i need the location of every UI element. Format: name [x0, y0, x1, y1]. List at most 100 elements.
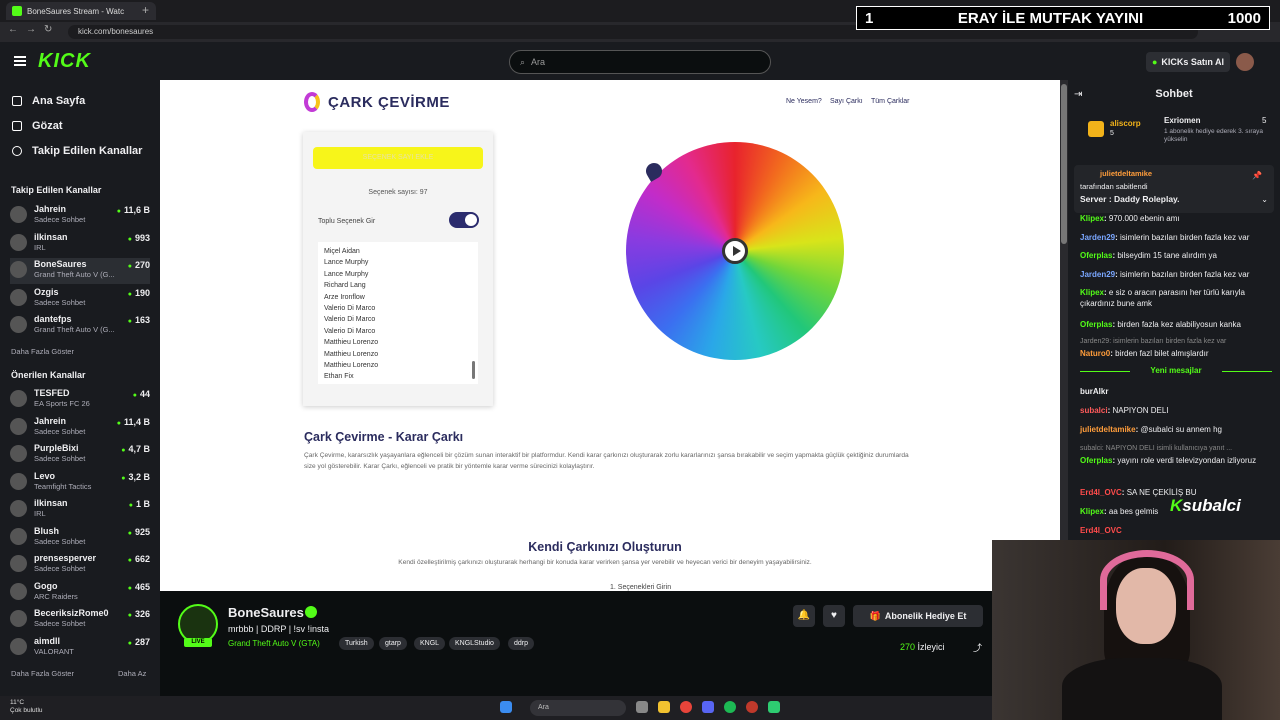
- site-title[interactable]: ÇARK ÇEVİRME: [328, 94, 450, 111]
- nav-browse[interactable]: Gözat: [12, 120, 63, 132]
- chat-username[interactable]: Jarden29: [1080, 233, 1115, 242]
- tag-knglstudio[interactable]: KNGLStudio: [449, 637, 500, 650]
- chat-username[interactable]: Naturo0: [1080, 349, 1110, 358]
- buy-kicks-button[interactable]: ● KICKs Satın Al: [1146, 52, 1230, 72]
- channel-name: BeceriksizRome0: [34, 608, 109, 618]
- chat-username[interactable]: Oferplas: [1080, 251, 1112, 260]
- show-more-recommended[interactable]: Daha Fazla Göster: [11, 669, 74, 678]
- obs-icon[interactable]: [746, 701, 758, 713]
- task-view-icon[interactable]: [636, 701, 648, 713]
- nav-sayi-carki[interactable]: Sayı Çarkı: [830, 98, 863, 105]
- chat-message[interactable]: julietdeltamike: @subalci su annem hg: [1080, 424, 1272, 435]
- chat-message[interactable]: burAlkr: [1080, 386, 1272, 397]
- sidebar-channel-item[interactable]: OzgisSadece Sohbet 190: [10, 286, 150, 312]
- play-icon[interactable]: [722, 238, 748, 264]
- sidebar-channel-item[interactable]: prensesperverSadece Sohbet 662: [10, 552, 150, 578]
- stream-category[interactable]: Grand Theft Auto V (GTA): [228, 639, 320, 648]
- tag-kngl[interactable]: KNGL: [414, 637, 446, 650]
- chat-message[interactable]: Jarden29: isimlerin bazıları birden fazl…: [1080, 232, 1272, 243]
- share-icon[interactable]: ⤴: [973, 641, 982, 654]
- textarea-scrollbar[interactable]: [472, 361, 475, 379]
- show-more-followed[interactable]: Daha Fazla Göster: [11, 347, 74, 356]
- chrome-icon[interactable]: [680, 701, 692, 713]
- new-tab-icon[interactable]: +: [142, 3, 149, 17]
- page-scrollbar-thumb[interactable]: [1061, 84, 1067, 244]
- sidebar-channel-item[interactable]: dantefpsGrand Theft Auto V (G... 163: [10, 313, 150, 339]
- streamer-name[interactable]: BoneSaures: [228, 605, 304, 620]
- add-option-button[interactable]: SEÇENEK SAYI EKLE: [313, 147, 483, 169]
- weather-widget[interactable]: 11°C Çok bulutlu: [10, 699, 43, 715]
- sidebar-channel-item[interactable]: GogoARC Raiders 465: [10, 580, 150, 606]
- chat-message[interactable]: Klipex: e siz o aracın parasını her türl…: [1080, 287, 1272, 309]
- chat-username[interactable]: Oferplas: [1080, 320, 1112, 329]
- sidebar-channel-item[interactable]: JahreinSadece Sohbet 11,4 B: [10, 415, 150, 441]
- pin-icon[interactable]: 📌: [1252, 171, 1262, 180]
- spotify-icon[interactable]: [724, 701, 736, 713]
- kick-logo[interactable]: KICK: [38, 50, 91, 73]
- sidebar-channel-item[interactable]: BlushSadece Sohbet 925: [10, 525, 150, 551]
- chat-username[interactable]: subalci: [1080, 406, 1108, 415]
- channel-category: Sadece Sohbet: [34, 426, 86, 436]
- names-textarea[interactable]: Miçel Aidan Lance Murphy Lance Murphy Richa…: [318, 242, 478, 384]
- tag-gtarp[interactable]: gtarp: [379, 637, 407, 650]
- page-scrollbar[interactable]: [1060, 80, 1068, 591]
- sidebar-channel-item[interactable]: BoneSauresGrand Theft Auto V (G... 270: [10, 258, 150, 284]
- stream-video-area[interactable]: ÇARK ÇEVİRME Ne Yesem? Sayı Çarkı Tüm Ça…: [160, 80, 1060, 591]
- viewers-number: 270: [900, 642, 916, 652]
- chat-username[interactable]: burAlkr: [1080, 387, 1108, 396]
- browser-tab[interactable]: BoneSaures Stream - Watc: [6, 2, 156, 20]
- reload-icon[interactable]: ↻: [44, 24, 52, 35]
- chat-username[interactable]: Klipex: [1080, 214, 1104, 223]
- tag-turkish[interactable]: Turkish: [339, 637, 374, 650]
- chat-message[interactable]: Jarden29: isimlerin bazıları birden fazl…: [1080, 269, 1272, 280]
- sidebar-channel-item[interactable]: ilkinsanIRL 1 B: [10, 497, 150, 523]
- forward-icon[interactable]: →: [26, 24, 36, 35]
- menu-icon[interactable]: [14, 56, 26, 66]
- show-less[interactable]: Daha Az: [118, 669, 146, 678]
- chat-username[interactable]: Jarden29: [1080, 270, 1115, 279]
- nav-following[interactable]: Takip Edilen Kanallar: [12, 145, 142, 157]
- chat-username[interactable]: Oferplas: [1080, 456, 1112, 465]
- taskbar-search[interactable]: Ara: [530, 700, 626, 716]
- chat-message[interactable]: Naturo0: birden fazl bilet almışlardır: [1080, 348, 1272, 359]
- bulk-toggle[interactable]: [449, 212, 479, 228]
- chat-username[interactable]: Erd4l_OVC: [1080, 526, 1122, 535]
- chat-message[interactable]: Erd4l_OVC: [1080, 525, 1272, 536]
- sidebar-channel-item[interactable]: TESFEDEA Sports FC 26 44: [10, 387, 150, 413]
- chat-message[interactable]: Oferplas: bilseydim 15 tane alırdım ya: [1080, 250, 1272, 261]
- chat-username[interactable]: julietdeltamike: [1080, 425, 1136, 434]
- chat-username[interactable]: Klipex: [1080, 507, 1104, 516]
- windows-start-icon[interactable]: [500, 701, 512, 713]
- user-avatar[interactable]: [1236, 53, 1254, 71]
- nav-ne-yesem[interactable]: Ne Yesem?: [786, 98, 822, 105]
- sidebar-channel-item[interactable]: BeceriksizRome0Sadece Sohbet 326: [10, 607, 150, 633]
- chat-message[interactable]: Oferplas: birden fazla kez alabiliyosun …: [1080, 319, 1272, 330]
- file-explorer-icon[interactable]: [658, 701, 670, 713]
- discord-icon[interactable]: [702, 701, 714, 713]
- chevron-down-icon[interactable]: ⌄: [1261, 195, 1268, 204]
- gifter-2[interactable]: Exriomen: [1164, 116, 1200, 125]
- back-icon[interactable]: ←: [8, 24, 18, 35]
- notepad-icon[interactable]: [768, 701, 780, 713]
- chat-username[interactable]: Klipex: [1080, 288, 1104, 297]
- sidebar-channel-item[interactable]: LevoTeamfight Tactics 3,2 B: [10, 470, 150, 496]
- notification-bell-icon[interactable]: 🔔: [793, 605, 815, 627]
- sidebar-channel-item[interactable]: PurpleBixiSadece Sohbet 4,7 B: [10, 442, 150, 468]
- sidebar-channel-item[interactable]: ilkinsanIRL 993: [10, 231, 150, 257]
- sidebar-channel-item[interactable]: aimdllVALORANT 287: [10, 635, 150, 661]
- nav-tum-carklar[interactable]: Tüm Çarklar: [871, 98, 910, 105]
- chat-message[interactable]: subalci: NAPIYON DELI: [1080, 405, 1272, 416]
- gift-subscription-button[interactable]: 🎁 Abonelik Hediye Et: [853, 605, 983, 627]
- pinned-message[interactable]: julietdeltamike tarafından sabitlendi Se…: [1074, 165, 1274, 213]
- chat-message[interactable]: Oferplas: yayını role verdi televizyonda…: [1080, 455, 1272, 466]
- nav-home[interactable]: Ana Sayfa: [12, 95, 85, 107]
- chat-username[interactable]: Erd4l_OVC: [1080, 488, 1122, 497]
- viewer-count: 270 İzleyici: [900, 642, 945, 652]
- sidebar-channel-item[interactable]: JahreinSadece Sohbet 11,6 B: [10, 203, 150, 229]
- tag-ddrp[interactable]: ddrp: [508, 637, 535, 650]
- gifter-1[interactable]: aliscorp: [1110, 119, 1141, 128]
- chat-message[interactable]: Klipex: 970.000 ebenin amı: [1080, 213, 1272, 224]
- follow-heart-icon[interactable]: ♥: [823, 605, 845, 627]
- search-input[interactable]: ⌕ Ara: [509, 50, 771, 74]
- channel-name: Jahrein: [34, 415, 67, 426]
